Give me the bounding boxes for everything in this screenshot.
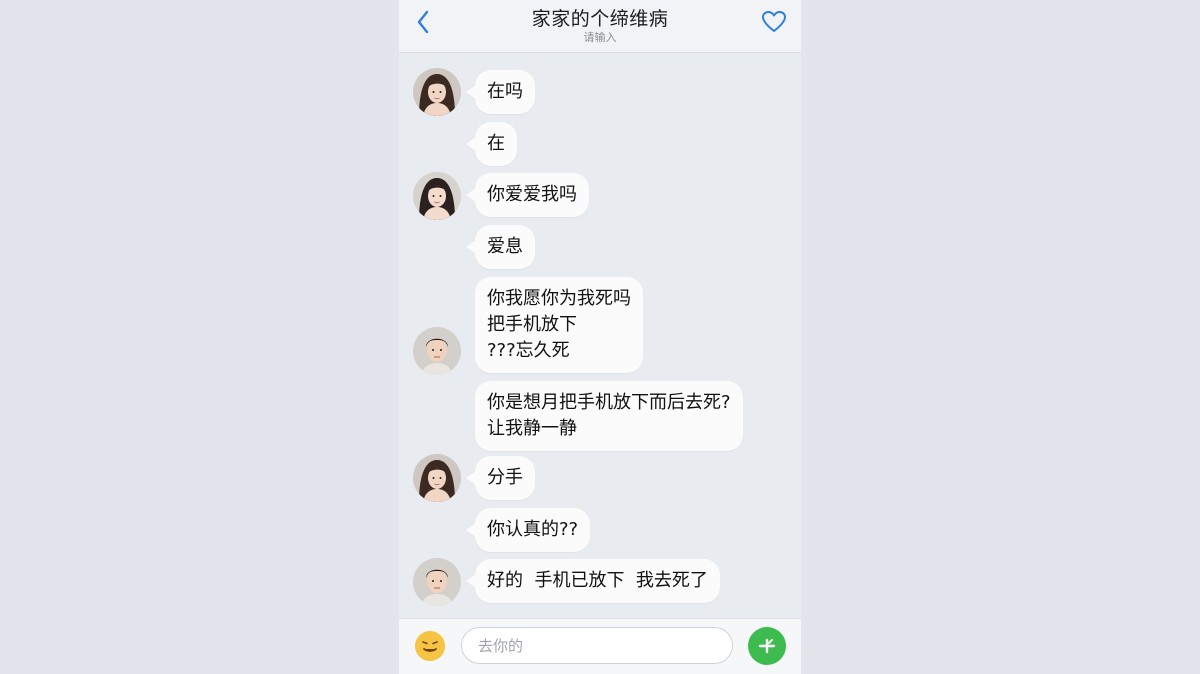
message-text: 爱息 (487, 236, 523, 257)
chat-subtitle: 请输入 (583, 31, 617, 44)
message-text: 你我愿你为我死吗 (487, 288, 631, 309)
message-bubble: 分手 (466, 456, 535, 500)
message-text: 在吗 (487, 81, 523, 102)
emoji-icon (416, 632, 444, 660)
message-text: 你爱爱我吗 (487, 184, 577, 205)
avatar-female[interactable] (413, 68, 461, 116)
female-avatar-icon (413, 454, 461, 502)
send-icon (758, 638, 776, 654)
message-text: 你是想月把手机放下而后去死? (487, 392, 731, 413)
male-avatar-icon (413, 558, 461, 606)
message-text: 你认真的?? (487, 519, 579, 540)
message-text: ???忘久死 (487, 340, 570, 361)
message-text: 好的 手机已放下 我去死了 (487, 570, 708, 591)
message-text: 让我静一静 (487, 418, 577, 439)
chat-title: 家家的个缔维病 (531, 8, 669, 30)
favorite-button[interactable] (761, 10, 787, 34)
message-bubble: 你认真的?? (466, 508, 591, 552)
message-bubble: 你是想月把手机放下而后去死? 让我静一静 (475, 381, 743, 451)
message-input-bar (399, 618, 801, 674)
message-bubble: 你我愿你为我死吗 把手机放下 ???忘久死 (475, 277, 643, 373)
chat-header: 家家的个缔维病 请输入 (399, 0, 801, 53)
male-avatar-icon (413, 327, 461, 375)
avatar-female[interactable] (413, 172, 461, 220)
female-avatar-icon (413, 68, 461, 116)
female-avatar-icon (413, 172, 461, 220)
message-text: 在 (487, 133, 505, 154)
message-text: 把手机放下 (487, 314, 577, 335)
avatar-female[interactable] (413, 454, 461, 502)
message-bubble: 好的 手机已放下 我去死了 (466, 559, 720, 603)
message-bubble: 在吗 (466, 70, 535, 114)
message-bubble: 你爱爱我吗 (466, 173, 589, 217)
heart-icon (762, 11, 786, 32)
message-bubble: 爱息 (466, 225, 535, 269)
chat-window: 家家的个缔维病 请输入 在吗 在 你爱爱我吗 爱息 你我愿你为我死吗 把手机放下… (399, 0, 801, 674)
emoji-button[interactable] (415, 631, 445, 661)
message-input[interactable] (461, 627, 733, 664)
message-text: 分手 (487, 467, 523, 488)
message-bubble: 在 (466, 122, 517, 166)
avatar-male[interactable] (413, 558, 461, 606)
avatar-male[interactable] (413, 327, 461, 375)
send-button[interactable] (748, 627, 786, 665)
